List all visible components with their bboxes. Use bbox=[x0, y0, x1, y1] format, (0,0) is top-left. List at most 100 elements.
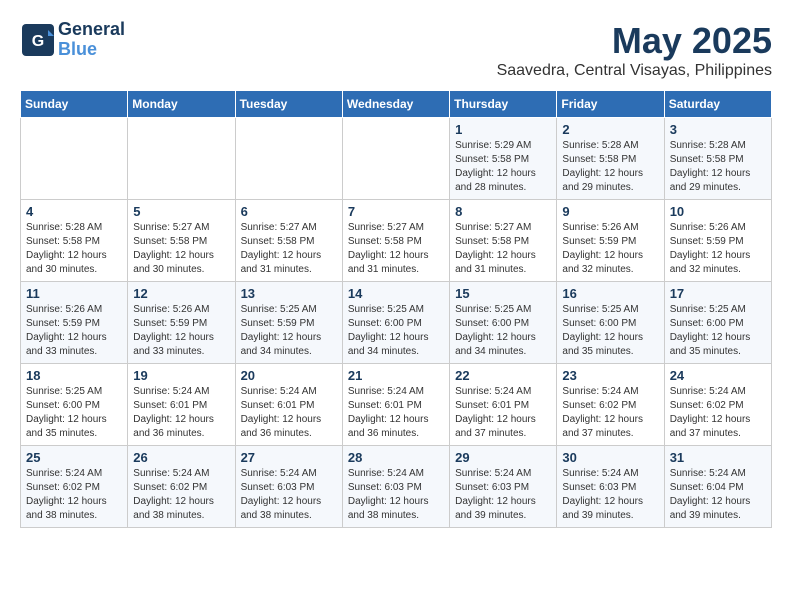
day-info: Sunrise: 5:26 AM Sunset: 5:59 PM Dayligh… bbox=[670, 221, 766, 277]
table-row: 25Sunrise: 5:24 AM Sunset: 6:02 PM Dayli… bbox=[21, 446, 128, 528]
header-wednesday: Wednesday bbox=[342, 91, 449, 118]
day-number: 9 bbox=[562, 204, 658, 219]
day-number: 11 bbox=[26, 286, 122, 301]
page-title: May 2025 bbox=[497, 20, 772, 62]
day-info: Sunrise: 5:25 AM Sunset: 6:00 PM Dayligh… bbox=[455, 303, 551, 359]
day-info: Sunrise: 5:28 AM Sunset: 5:58 PM Dayligh… bbox=[26, 221, 122, 277]
table-row: 24 Sunrise: 5:24 AM Sunset: 6:02 PM Dayli… bbox=[664, 364, 771, 446]
calendar-table: Sunday Monday Tuesday Wednesday Thursday… bbox=[20, 90, 772, 528]
table-row: 22Sunrise: 5:24 AM Sunset: 6:01 PM Dayli… bbox=[450, 364, 557, 446]
day-number: 24 bbox=[670, 368, 766, 383]
day-number: 17 bbox=[670, 286, 766, 301]
day-number: 15 bbox=[455, 286, 551, 301]
day-info: Sunrise: 5:26 AM Sunset: 5:59 PM Dayligh… bbox=[133, 303, 229, 359]
day-number: 23 bbox=[562, 368, 658, 383]
table-row: 29 Sunrise: 5:24 AM Sunset: 6:03 PM Dayli… bbox=[450, 446, 557, 528]
logo: G General Blue bbox=[20, 20, 125, 60]
table-row: 11Sunrise: 5:26 AM Sunset: 5:59 PM Dayli… bbox=[21, 282, 128, 364]
table-row bbox=[128, 118, 235, 200]
logo-text-general: General bbox=[58, 20, 125, 40]
day-info: Sunrise: 5:24 AM Sunset: 6:01 PM Dayligh… bbox=[348, 385, 444, 441]
day-number: 13 bbox=[241, 286, 337, 301]
day-info: Sunrise: 5:24 AM Sunset: 6:01 PM Dayligh… bbox=[455, 385, 551, 441]
day-number: 3 bbox=[670, 122, 766, 137]
day-number: 16 bbox=[562, 286, 658, 301]
header: G General Blue May 2025 Saavedra, Centra… bbox=[20, 20, 772, 80]
calendar-header-row: Sunday Monday Tuesday Wednesday Thursday… bbox=[21, 91, 772, 118]
calendar-week-row: 18Sunrise: 5:25 AM Sunset: 6:00 PM Dayli… bbox=[21, 364, 772, 446]
table-row: 10 Sunrise: 5:26 AM Sunset: 5:59 PM Dayli… bbox=[664, 200, 771, 282]
table-row: 30 Sunrise: 5:24 AM Sunset: 6:03 PM Dayli… bbox=[557, 446, 664, 528]
day-info: Sunrise: 5:27 AM Sunset: 5:58 PM Dayligh… bbox=[455, 221, 551, 277]
day-info: Sunrise: 5:24 AM Sunset: 6:01 PM Dayligh… bbox=[241, 385, 337, 441]
calendar-week-row: 4 Sunrise: 5:28 AM Sunset: 5:58 PM Daylig… bbox=[21, 200, 772, 282]
day-info: Sunrise: 5:24 AM Sunset: 6:03 PM Dayligh… bbox=[455, 467, 551, 523]
table-row: 3 Sunrise: 5:28 AM Sunset: 5:58 PM Daylig… bbox=[664, 118, 771, 200]
day-number: 7 bbox=[348, 204, 444, 219]
day-number: 12 bbox=[133, 286, 229, 301]
svg-text:G: G bbox=[32, 33, 44, 50]
header-sunday: Sunday bbox=[21, 91, 128, 118]
day-info: Sunrise: 5:24 AM Sunset: 6:03 PM Dayligh… bbox=[348, 467, 444, 523]
day-number: 29 bbox=[455, 450, 551, 465]
table-row: 31Sunrise: 5:24 AM Sunset: 6:04 PM Dayli… bbox=[664, 446, 771, 528]
header-tuesday: Tuesday bbox=[235, 91, 342, 118]
day-info: Sunrise: 5:24 AM Sunset: 6:03 PM Dayligh… bbox=[241, 467, 337, 523]
table-row: 2Sunrise: 5:28 AM Sunset: 5:58 PM Daylig… bbox=[557, 118, 664, 200]
table-row: 21Sunrise: 5:24 AM Sunset: 6:01 PM Dayli… bbox=[342, 364, 449, 446]
logo-text-blue: Blue bbox=[58, 40, 125, 60]
table-row bbox=[342, 118, 449, 200]
day-number: 10 bbox=[670, 204, 766, 219]
table-row: 27 Sunrise: 5:24 AM Sunset: 6:03 PM Dayli… bbox=[235, 446, 342, 528]
table-row: 20 Sunrise: 5:24 AM Sunset: 6:01 PM Dayli… bbox=[235, 364, 342, 446]
table-row: 28 Sunrise: 5:24 AM Sunset: 6:03 PM Dayli… bbox=[342, 446, 449, 528]
day-info: Sunrise: 5:24 AM Sunset: 6:02 PM Dayligh… bbox=[670, 385, 766, 441]
day-number: 27 bbox=[241, 450, 337, 465]
day-info: Sunrise: 5:27 AM Sunset: 5:58 PM Dayligh… bbox=[348, 221, 444, 277]
table-row: 4 Sunrise: 5:28 AM Sunset: 5:58 PM Daylig… bbox=[21, 200, 128, 282]
day-number: 18 bbox=[26, 368, 122, 383]
header-thursday: Thursday bbox=[450, 91, 557, 118]
table-row: 14Sunrise: 5:25 AM Sunset: 6:00 PM Dayli… bbox=[342, 282, 449, 364]
table-row: 18Sunrise: 5:25 AM Sunset: 6:00 PM Dayli… bbox=[21, 364, 128, 446]
day-number: 1 bbox=[455, 122, 551, 137]
table-row: 1 Sunrise: 5:29 AM Sunset: 5:58 PM Daylig… bbox=[450, 118, 557, 200]
day-number: 5 bbox=[133, 204, 229, 219]
day-number: 8 bbox=[455, 204, 551, 219]
day-info: Sunrise: 5:27 AM Sunset: 5:58 PM Dayligh… bbox=[133, 221, 229, 277]
day-info: Sunrise: 5:25 AM Sunset: 5:59 PM Dayligh… bbox=[241, 303, 337, 359]
day-number: 20 bbox=[241, 368, 337, 383]
calendar-week-row: 1 Sunrise: 5:29 AM Sunset: 5:58 PM Daylig… bbox=[21, 118, 772, 200]
day-number: 2 bbox=[562, 122, 658, 137]
day-info: Sunrise: 5:25 AM Sunset: 6:00 PM Dayligh… bbox=[562, 303, 658, 359]
title-area: May 2025 Saavedra, Central Visayas, Phil… bbox=[497, 20, 772, 80]
table-row: 9Sunrise: 5:26 AM Sunset: 5:59 PM Daylig… bbox=[557, 200, 664, 282]
table-row: 6Sunrise: 5:27 AM Sunset: 5:58 PM Daylig… bbox=[235, 200, 342, 282]
header-saturday: Saturday bbox=[664, 91, 771, 118]
calendar-week-row: 25Sunrise: 5:24 AM Sunset: 6:02 PM Dayli… bbox=[21, 446, 772, 528]
day-number: 26 bbox=[133, 450, 229, 465]
table-row: 7 Sunrise: 5:27 AM Sunset: 5:58 PM Daylig… bbox=[342, 200, 449, 282]
day-info: Sunrise: 5:25 AM Sunset: 6:00 PM Dayligh… bbox=[348, 303, 444, 359]
day-info: Sunrise: 5:29 AM Sunset: 5:58 PM Dayligh… bbox=[455, 139, 551, 195]
header-monday: Monday bbox=[128, 91, 235, 118]
day-number: 6 bbox=[241, 204, 337, 219]
day-info: Sunrise: 5:24 AM Sunset: 6:04 PM Dayligh… bbox=[670, 467, 766, 523]
table-row: 26 Sunrise: 5:24 AM Sunset: 6:02 PM Dayli… bbox=[128, 446, 235, 528]
table-row: 12 Sunrise: 5:26 AM Sunset: 5:59 PM Dayli… bbox=[128, 282, 235, 364]
table-row: 15 Sunrise: 5:25 AM Sunset: 6:00 PM Dayli… bbox=[450, 282, 557, 364]
table-row: 23 Sunrise: 5:24 AM Sunset: 6:02 PM Dayli… bbox=[557, 364, 664, 446]
day-number: 30 bbox=[562, 450, 658, 465]
table-row bbox=[21, 118, 128, 200]
table-row: 17Sunrise: 5:25 AM Sunset: 6:00 PM Dayli… bbox=[664, 282, 771, 364]
day-info: Sunrise: 5:28 AM Sunset: 5:58 PM Dayligh… bbox=[670, 139, 766, 195]
day-info: Sunrise: 5:24 AM Sunset: 6:03 PM Dayligh… bbox=[562, 467, 658, 523]
day-number: 4 bbox=[26, 204, 122, 219]
day-info: Sunrise: 5:24 AM Sunset: 6:02 PM Dayligh… bbox=[562, 385, 658, 441]
table-row bbox=[235, 118, 342, 200]
day-info: Sunrise: 5:24 AM Sunset: 6:02 PM Dayligh… bbox=[133, 467, 229, 523]
table-row: 13 Sunrise: 5:25 AM Sunset: 5:59 PM Dayli… bbox=[235, 282, 342, 364]
table-row: 5 Sunrise: 5:27 AM Sunset: 5:58 PM Daylig… bbox=[128, 200, 235, 282]
day-number: 28 bbox=[348, 450, 444, 465]
day-info: Sunrise: 5:24 AM Sunset: 6:01 PM Dayligh… bbox=[133, 385, 229, 441]
